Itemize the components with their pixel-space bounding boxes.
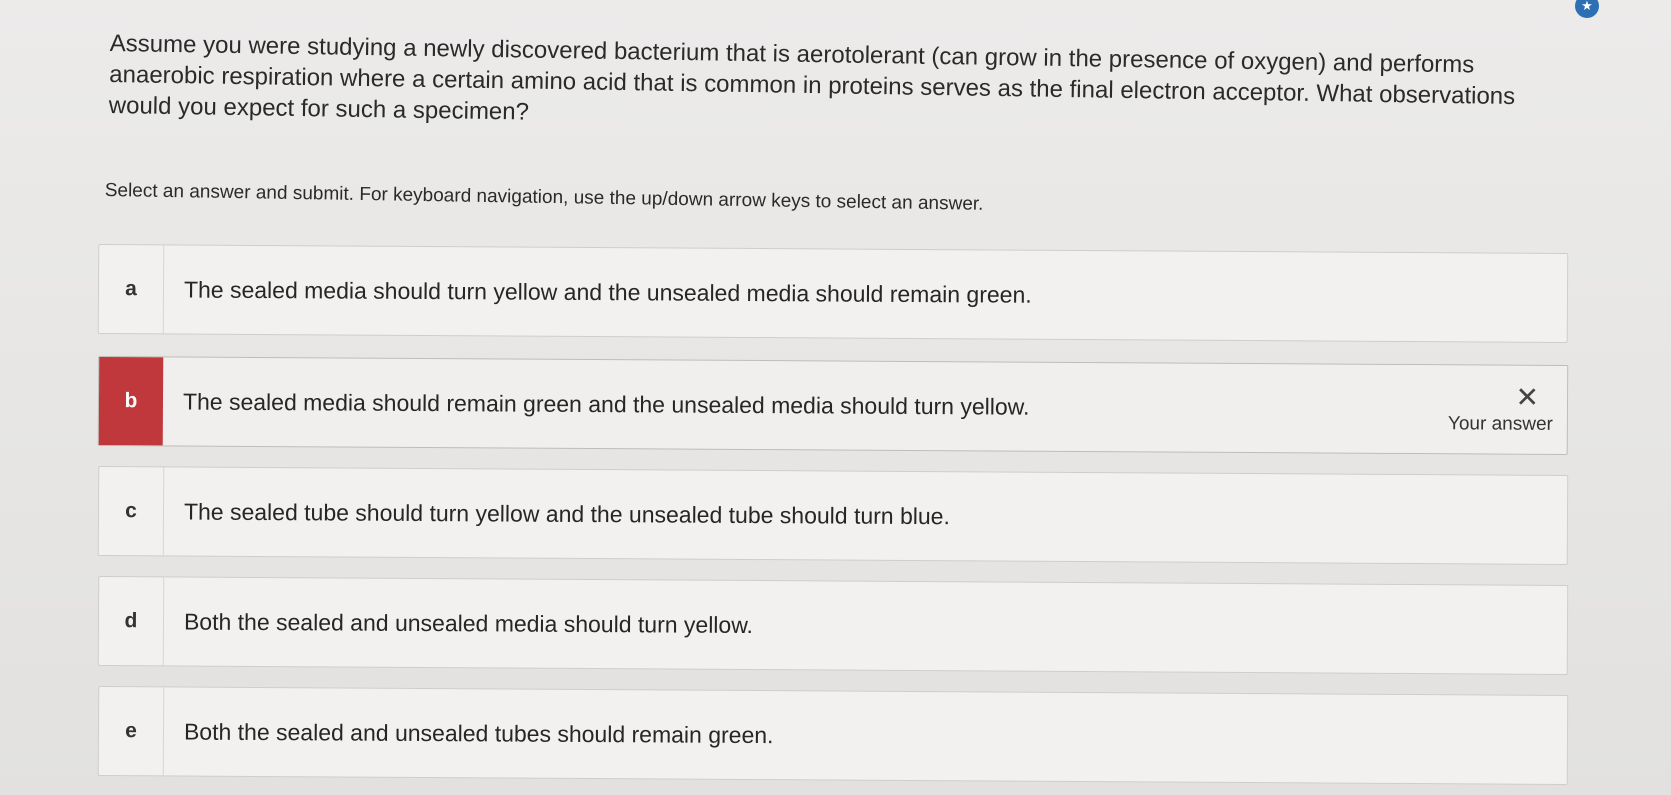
option-text: The sealed media should remain green and… <box>182 388 1030 420</box>
option-letter: d <box>98 577 165 666</box>
option-letter: a <box>98 245 165 334</box>
option-text: Both the sealed and unsealed tubes shoul… <box>183 718 774 748</box>
your-answer-label: Your answer <box>1447 413 1553 435</box>
answer-option-e[interactable]: e Both the sealed and unsealed tubes sho… <box>97 686 1569 785</box>
option-text: Both the sealed and unsealed media shoul… <box>183 608 754 638</box>
question-page: ★ Assume you were studying a newly disco… <box>0 0 1671 795</box>
option-letter: e <box>98 687 165 776</box>
answer-option-d[interactable]: d Both the sealed and unsealed media sho… <box>97 576 1569 675</box>
option-text: The sealed tube should turn yellow and t… <box>183 498 951 529</box>
star-badge-icon[interactable]: ★ <box>1575 0 1599 18</box>
option-letter: b <box>98 357 164 446</box>
answer-feedback: ✕ Your answer <box>1448 365 1567 454</box>
answer-option-b[interactable]: b The sealed media should remain green a… <box>97 356 1569 455</box>
option-letter: c <box>98 467 165 556</box>
option-text: The sealed media should turn yellow and … <box>183 276 1032 308</box>
answer-option-a[interactable]: a The sealed media should turn yellow an… <box>97 244 1569 343</box>
question-text: Assume you were studying a newly discove… <box>108 29 1516 126</box>
answer-option-c[interactable]: c The sealed tube should turn yellow and… <box>97 466 1569 565</box>
x-icon: ✕ <box>1515 381 1540 413</box>
answer-options: a The sealed media should turn yellow an… <box>97 230 1569 790</box>
answer-instruction: Select an answer and submit. For keyboar… <box>104 179 984 215</box>
